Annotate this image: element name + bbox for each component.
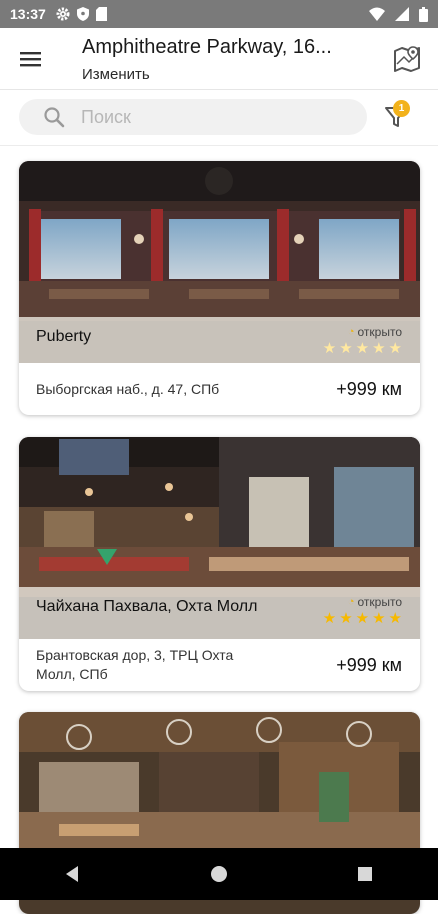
map-icon[interactable] [392,44,422,74]
rating-stars: ★ ★ ★ ★ ★ [323,611,402,626]
app-bar: Amphitheatre Parkway, 16... Изменить [0,28,438,90]
search-icon [44,107,65,128]
restaurant-card[interactable]: Puberty ◔ открыто ★ ★ ★ ★ ★ Выборгская н… [19,161,420,415]
star-icon: ★ [388,340,402,357]
battery-icon [419,6,428,22]
status-bar: 13:37 [0,0,438,28]
card-overlay: Чайхана Пахвала, Охта Молл ◔ открыто ★ ★… [19,587,420,639]
restaurant-photo: Чайхана Пахвала, Охта Молл ◔ открыто ★ ★… [19,437,420,639]
signal-icon [395,7,409,21]
open-status-icon: ◔ [347,596,355,608]
restaurant-name: Чайхана Пахвала, Охта Молл [36,598,258,615]
restaurant-card[interactable]: Чайхана Пахвала, Охта Молл ◔ открыто ★ ★… [19,437,420,691]
system-nav-bar [0,848,438,900]
star-icon: ★ [322,340,337,357]
star-icon: ★ [339,340,353,357]
card-info: Выборгская наб., д. 47, СПб +999 км [19,363,420,415]
filter-count-badge: 1 [393,100,410,117]
star-icon: ★ [322,610,337,627]
home-button[interactable] [189,854,249,894]
change-address-link[interactable]: Изменить [82,66,150,83]
open-status-text: открыто [357,595,403,609]
star-icon: ★ [388,610,402,627]
home-icon [211,866,227,882]
restaurant-address: Выборгская наб., д. 47, СПб [36,380,220,397]
restaurant-name: Puberty [36,328,92,345]
open-status-icon: ◔ [347,326,355,338]
search-input[interactable] [79,105,333,129]
back-button[interactable] [43,854,103,894]
header-divider [0,145,438,146]
address-title[interactable]: Amphitheatre Parkway, 16... [82,36,372,59]
search-bar[interactable] [19,99,367,135]
open-status-text: открыто [357,325,403,339]
star-icon: ★ [355,340,370,357]
open-status: ◔ открыто [348,325,402,339]
shield-icon [76,7,89,21]
rating-stars: ★ ★ ★ ★ ★ [323,341,402,356]
wifi-icon [369,7,385,21]
restaurant-distance: +999 км [336,378,402,399]
star-icon: ★ [339,610,353,627]
menu-icon[interactable] [18,46,44,72]
gear-icon [56,7,70,21]
restaurant-photo: Puberty ◔ открыто ★ ★ ★ ★ ★ [19,161,420,363]
open-status: ◔ открыто [348,595,402,609]
star-icon: ★ [355,610,370,627]
restaurant-address: Брантовская дор, 3, ТРЦ Охта Молл, СПб [36,647,234,682]
restaurant-distance: +999 км [336,654,402,675]
card-overlay: Puberty ◔ открыто ★ ★ ★ ★ ★ [19,317,420,363]
sd-card-icon [95,7,107,21]
star-icon: ★ [372,340,386,357]
star-icon: ★ [372,610,386,627]
recents-icon [358,867,372,881]
recents-button[interactable] [335,854,395,894]
back-icon [66,866,78,882]
card-info: Брантовская дор, 3, ТРЦ Охта Молл, СПб +… [19,639,420,691]
status-time: 13:37 [10,6,46,22]
